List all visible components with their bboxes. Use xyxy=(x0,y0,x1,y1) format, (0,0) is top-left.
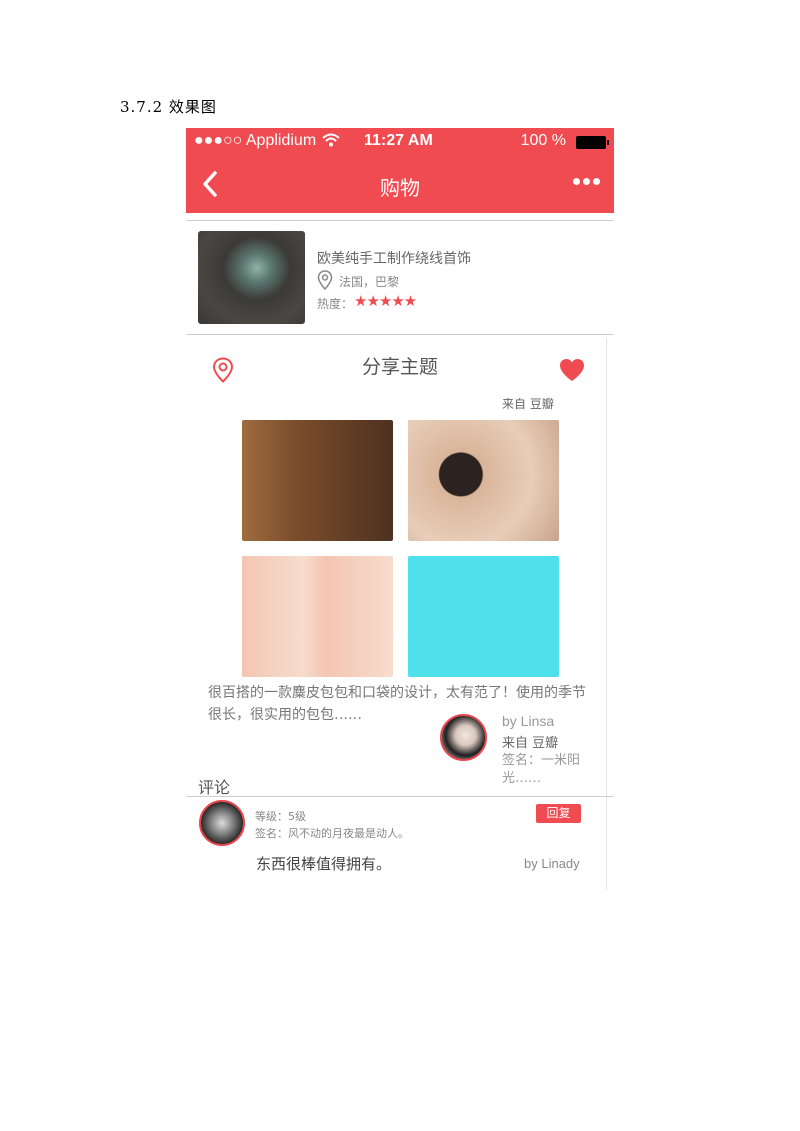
share-title: 分享主题 xyxy=(361,356,438,378)
wifi-icon xyxy=(322,133,340,147)
nav-bar: 购物 xyxy=(186,156,614,213)
clock: 11:27 AM xyxy=(364,132,433,149)
photo-earphones[interactable] xyxy=(408,556,559,677)
product-location: 法国，巴黎 xyxy=(339,275,400,289)
divider xyxy=(186,796,614,797)
battery-percent: 100 % xyxy=(520,132,566,149)
comment-text: 东西很棒值得拥有。 xyxy=(256,855,392,873)
author-signature: 签名：一米阳光…… xyxy=(502,753,581,786)
card-edge xyxy=(606,338,607,890)
divider xyxy=(186,334,614,335)
author-name[interactable]: by Linsa xyxy=(502,713,554,729)
product-title[interactable]: 欧美纯手工制作绕线首饰 xyxy=(317,248,471,268)
more-icon[interactable] xyxy=(573,178,600,185)
commenter-name[interactable]: by Linady xyxy=(524,856,580,871)
author-avatar[interactable] xyxy=(440,714,487,761)
author-source: 来自 豆瓣 xyxy=(502,736,559,751)
heat-stars-rating: ★★★★★ xyxy=(354,292,417,310)
product-image[interactable] xyxy=(198,231,305,324)
share-source: 来自 豆瓣 xyxy=(502,397,554,411)
reply-button[interactable]: 回复 xyxy=(536,804,581,823)
commenter-signature: 签名：风不动的月夜最是动人。 xyxy=(255,827,409,840)
battery-icon xyxy=(576,136,609,149)
phone-screen: ●●●○○ Applidium 11:27 AM 100 % 购物 欧美纯手工制… xyxy=(186,128,614,890)
heart-icon[interactable] xyxy=(559,358,585,382)
status-bar: ●●●○○ Applidium 11:27 AM 100 % xyxy=(186,128,614,156)
nav-title: 购物 xyxy=(380,176,420,200)
photo-cat-earrings[interactable] xyxy=(408,420,559,541)
section-heading: 3.7.2 效果图 xyxy=(120,98,217,116)
location-pin-icon xyxy=(317,270,333,290)
photo-leather-bags[interactable] xyxy=(242,420,393,541)
comments-heading: 评论 xyxy=(198,778,231,797)
carrier-signal: ●●●○○ Applidium xyxy=(194,132,317,149)
commenter-level: 等级：5级 xyxy=(255,810,306,823)
divider xyxy=(186,220,614,221)
photo-pink-watches[interactable] xyxy=(242,556,393,677)
heat-label: 热度： xyxy=(317,297,354,311)
commenter-avatar[interactable] xyxy=(199,800,245,846)
